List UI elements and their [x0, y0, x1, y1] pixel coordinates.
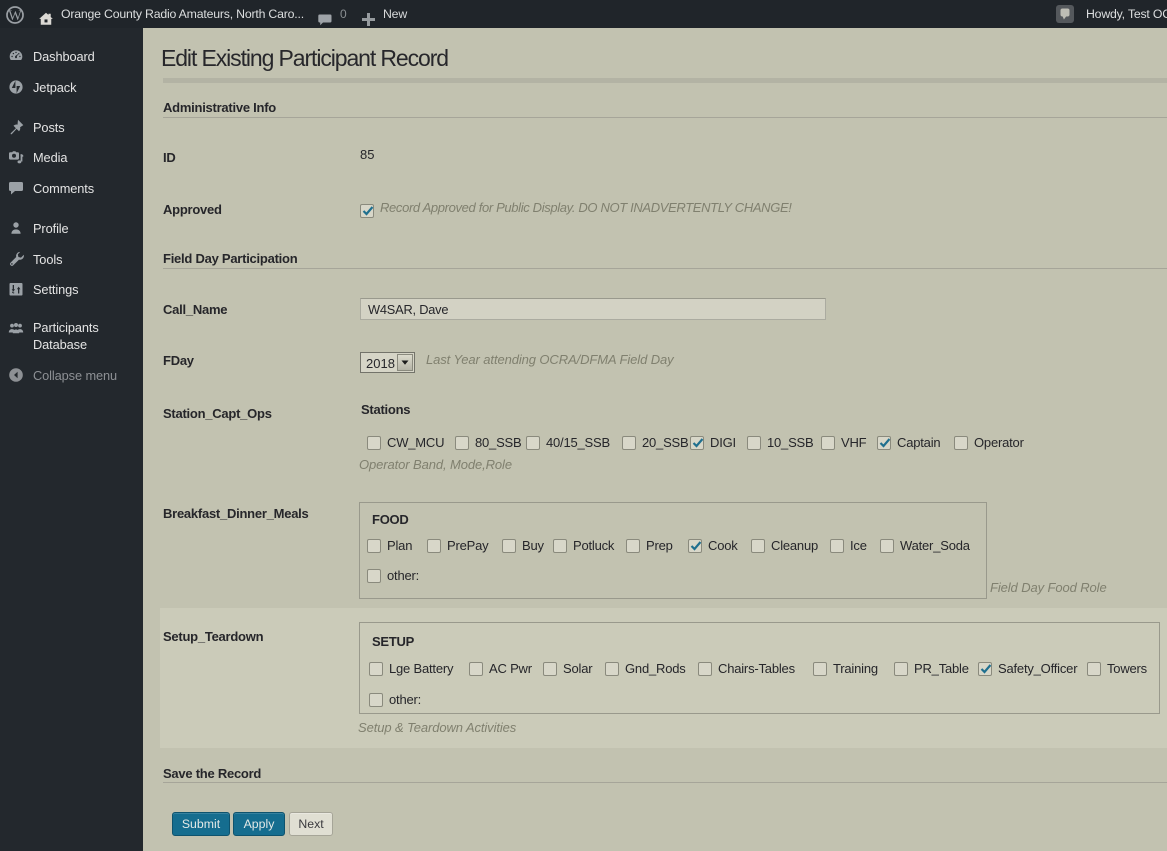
svg-text:W: W — [8, 8, 22, 24]
